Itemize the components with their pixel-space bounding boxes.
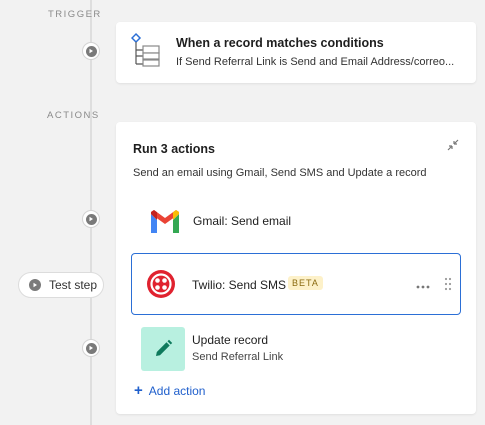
step-update-label: Update record [192, 333, 269, 347]
update-run-dot[interactable] [82, 339, 100, 357]
gmail-icon [143, 200, 187, 244]
twilio-icon [139, 262, 183, 306]
plus-icon: + [134, 382, 143, 399]
gmail-run-dot[interactable] [82, 210, 100, 228]
step-gmail[interactable]: Gmail: Send email [131, 198, 461, 244]
record-conditions-icon [130, 32, 163, 68]
play-icon [85, 45, 97, 57]
add-action-button[interactable]: + Add action [134, 382, 206, 399]
trigger-subtitle: If Send Referral Link is Send and Email … [176, 56, 455, 68]
section-label-trigger: TRIGGER [48, 9, 102, 20]
step-update-record[interactable]: Update record Send Referral Link [131, 327, 461, 373]
beta-badge: BETA [288, 276, 323, 290]
pencil-icon [141, 327, 185, 371]
actions-title: Run 3 actions [133, 142, 215, 156]
step-twilio[interactable]: Twilio: Send SMS BETA [131, 253, 461, 315]
trigger-card[interactable]: When a record matches conditions If Send… [116, 22, 476, 83]
play-icon [29, 279, 41, 291]
more-options-icon[interactable] [416, 279, 430, 289]
actions-subtitle: Send an email using Gmail, Send SMS and … [133, 167, 427, 179]
add-action-label: Add action [148, 384, 206, 398]
section-label-actions: ACTIONS [47, 110, 100, 121]
test-step-button[interactable]: Test step [18, 272, 104, 298]
drag-handle-icon[interactable] [444, 277, 452, 291]
collapse-icon[interactable] [446, 138, 460, 152]
actions-card: Run 3 actions Send an email using Gmail,… [116, 122, 476, 414]
step-update-sublabel: Send Referral Link [192, 351, 284, 363]
test-step-label: Test step [49, 278, 98, 292]
play-icon [85, 342, 97, 354]
step-gmail-label: Gmail: Send email [193, 214, 292, 228]
play-icon [85, 213, 97, 225]
trigger-run-dot[interactable] [82, 42, 100, 60]
trigger-title: When a record matches conditions [176, 36, 384, 50]
step-twilio-label: Twilio: Send SMS [192, 278, 287, 292]
